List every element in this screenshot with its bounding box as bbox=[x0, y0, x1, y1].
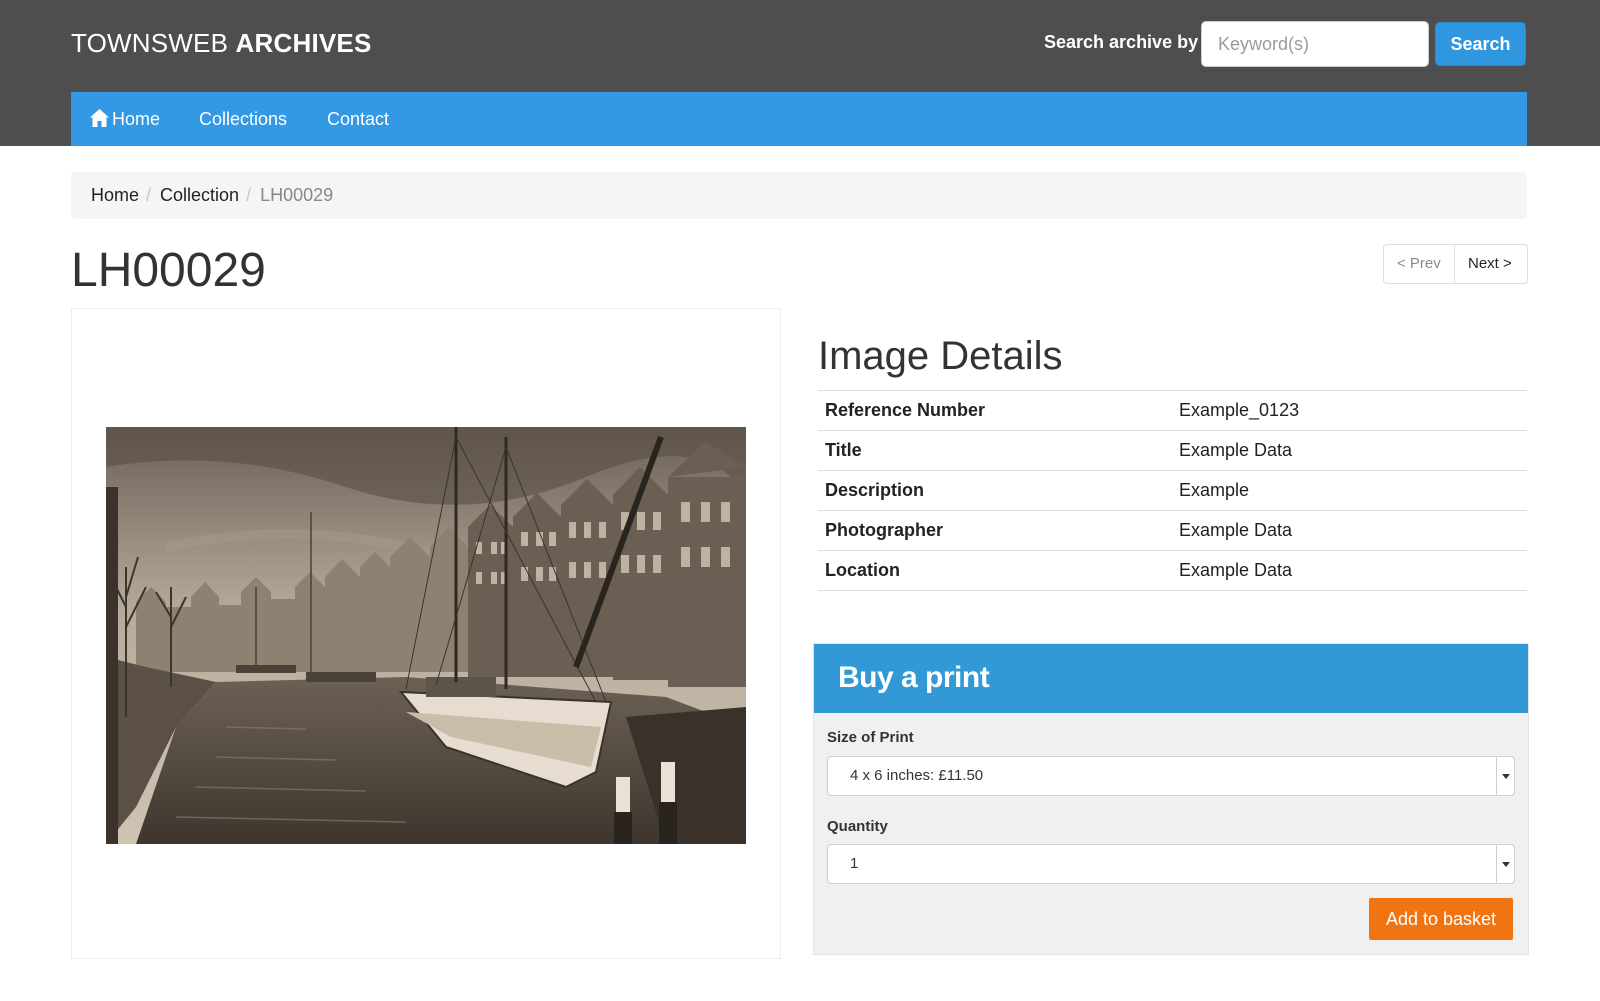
breadcrumb: Home / Collection / LH00029 bbox=[71, 172, 1527, 219]
buy-print-panel: Buy a print Size of Print 4 x 6 inches: … bbox=[813, 643, 1529, 955]
table-row: Photographer Example Data bbox=[818, 510, 1527, 551]
breadcrumb-collection[interactable]: Collection bbox=[160, 185, 239, 205]
details-table: Reference Number Example_0123 Title Exam… bbox=[818, 390, 1527, 591]
quantity-select-value: 1 bbox=[850, 855, 859, 872]
brand-bold-text: ARCHIVES bbox=[235, 28, 372, 58]
table-row: Description Example bbox=[818, 470, 1527, 511]
details-title: Image Details bbox=[818, 334, 1063, 378]
detail-key: Title bbox=[818, 430, 1172, 471]
table-row: Title Example Data bbox=[818, 430, 1527, 471]
quantity-select[interactable]: 1 bbox=[827, 844, 1515, 884]
detail-value: Example Data bbox=[1172, 430, 1527, 471]
size-select-value: 4 x 6 inches: £11.50 bbox=[850, 767, 984, 784]
breadcrumb-separator: / bbox=[146, 185, 152, 205]
nav-item-contact[interactable]: Contact bbox=[327, 92, 389, 146]
search-input[interactable] bbox=[1201, 21, 1429, 67]
buy-print-title: Buy a print bbox=[838, 661, 990, 694]
nav-item-home[interactable]: Home bbox=[90, 92, 160, 146]
prev-button[interactable]: < Prev bbox=[1383, 244, 1455, 284]
detail-key: Photographer bbox=[818, 510, 1172, 551]
search-button[interactable]: Search bbox=[1435, 22, 1526, 66]
page-title: LH00029 bbox=[71, 244, 266, 297]
table-row: Reference Number Example_0123 bbox=[818, 390, 1527, 431]
home-icon bbox=[90, 109, 109, 127]
quantity-label: Quantity bbox=[827, 818, 888, 835]
chevron-down-icon bbox=[1496, 845, 1514, 883]
detail-key: Location bbox=[818, 550, 1172, 591]
table-row: Location Example Data bbox=[818, 550, 1527, 591]
chevron-down-icon bbox=[1496, 757, 1514, 795]
breadcrumb-separator: / bbox=[246, 185, 252, 205]
next-button[interactable]: Next > bbox=[1455, 244, 1528, 284]
detail-value: Example Data bbox=[1172, 510, 1527, 551]
detail-value: Example_0123 bbox=[1172, 390, 1527, 431]
search-label: Search archive by bbox=[1044, 32, 1199, 52]
breadcrumb-current: LH00029 bbox=[260, 185, 334, 205]
site-logo[interactable]: TOWNSWEB ARCHIVES bbox=[71, 28, 372, 59]
breadcrumb-home[interactable]: Home bbox=[91, 185, 139, 205]
size-select[interactable]: 4 x 6 inches: £11.50 bbox=[827, 756, 1515, 796]
add-to-basket-button[interactable]: Add to basket bbox=[1369, 898, 1513, 940]
size-label: Size of Print bbox=[827, 729, 914, 746]
main-nav: Home Collections Contact bbox=[71, 92, 1527, 146]
image-panel bbox=[71, 308, 781, 959]
detail-key: Description bbox=[818, 470, 1172, 511]
top-bar: TOWNSWEB ARCHIVES Search archive by Sear… bbox=[0, 0, 1600, 146]
nav-item-label: Home bbox=[112, 109, 161, 129]
detail-value: Example bbox=[1172, 470, 1527, 511]
detail-value: Example Data bbox=[1172, 550, 1527, 591]
detail-key: Reference Number bbox=[818, 390, 1172, 431]
buy-print-header: Buy a print bbox=[814, 644, 1528, 713]
nav-item-collections[interactable]: Collections bbox=[199, 92, 287, 146]
archive-photo[interactable] bbox=[106, 427, 746, 844]
pager: < Prev Next > bbox=[1383, 244, 1528, 284]
brand-light-text: TOWNSWEB bbox=[71, 28, 236, 58]
